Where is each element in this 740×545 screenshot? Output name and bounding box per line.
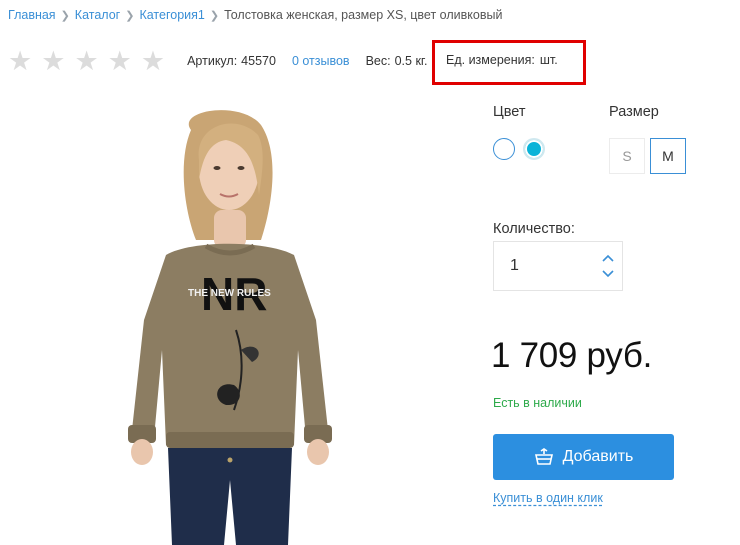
size-option-s[interactable]: S bbox=[609, 138, 645, 174]
weight-value: 0.5 кг. bbox=[394, 54, 428, 68]
product-price: 1 709 руб. bbox=[491, 336, 653, 375]
color-label: Цвет bbox=[493, 104, 526, 120]
breadcrumb-home[interactable]: Главная bbox=[8, 8, 56, 22]
article: Артикул: 45570 bbox=[187, 54, 276, 68]
chevron-down-icon[interactable] bbox=[600, 267, 616, 281]
stock-status: Есть в наличии bbox=[493, 396, 582, 410]
breadcrumb-category[interactable]: Категория1 bbox=[139, 8, 204, 22]
chevron-right-icon: ❯ bbox=[125, 9, 135, 22]
buy-one-click-link[interactable]: Купить в один клик bbox=[493, 491, 603, 505]
quantity-value[interactable]: 1 bbox=[510, 257, 519, 275]
reviews-link[interactable]: 0 отзывов bbox=[292, 54, 350, 68]
basket-icon bbox=[534, 448, 553, 465]
weight-label: Вес: bbox=[365, 54, 391, 68]
breadcrumb: Главная ❯ Каталог ❯ Категория1 ❯ Толстов… bbox=[8, 8, 502, 22]
quantity-label: Количество: bbox=[493, 221, 575, 237]
add-to-cart-button[interactable]: Добавить bbox=[493, 434, 674, 480]
star-icon[interactable]: ★ bbox=[41, 48, 65, 75]
rating-stars[interactable]: ★ ★ ★ ★ ★ bbox=[8, 48, 165, 75]
star-icon[interactable]: ★ bbox=[141, 48, 165, 75]
color-option-white[interactable] bbox=[493, 138, 515, 160]
product-photo-illustration: NR THE NEW RULES bbox=[128, 110, 332, 545]
article-label: Артикул: bbox=[187, 54, 238, 68]
color-option-cyan[interactable] bbox=[523, 138, 545, 160]
product-image[interactable]: NR THE NEW RULES bbox=[66, 100, 396, 545]
size-label: Размер bbox=[609, 104, 659, 120]
star-icon[interactable]: ★ bbox=[8, 48, 32, 75]
quantity-stepper[interactable]: 1 bbox=[493, 241, 623, 291]
size-option-m[interactable]: M bbox=[650, 138, 686, 174]
article-value: 45570 bbox=[241, 54, 276, 68]
unit-value: шт. bbox=[539, 53, 558, 67]
unit-label: Ед. измерения: bbox=[446, 53, 535, 67]
unit: Ед. измерения: шт. bbox=[446, 53, 558, 67]
breadcrumb-catalog[interactable]: Каталог bbox=[75, 8, 120, 22]
print-small-text: THE NEW RULES bbox=[188, 288, 271, 299]
product-meta: ★ ★ ★ ★ ★ Артикул: 45570 0 отзывов Вес: 0.… bbox=[8, 48, 443, 75]
breadcrumb-current: Толстовка женская, размер XS, цвет оливк… bbox=[224, 8, 503, 22]
star-icon[interactable]: ★ bbox=[74, 48, 98, 75]
chevron-right-icon: ❯ bbox=[209, 9, 220, 22]
chevron-right-icon: ❯ bbox=[60, 9, 70, 22]
add-to-cart-label: Добавить bbox=[562, 448, 634, 465]
weight: Вес: 0.5 кг. bbox=[366, 54, 428, 68]
chevron-up-icon[interactable] bbox=[600, 251, 616, 265]
star-icon[interactable]: ★ bbox=[108, 48, 132, 75]
